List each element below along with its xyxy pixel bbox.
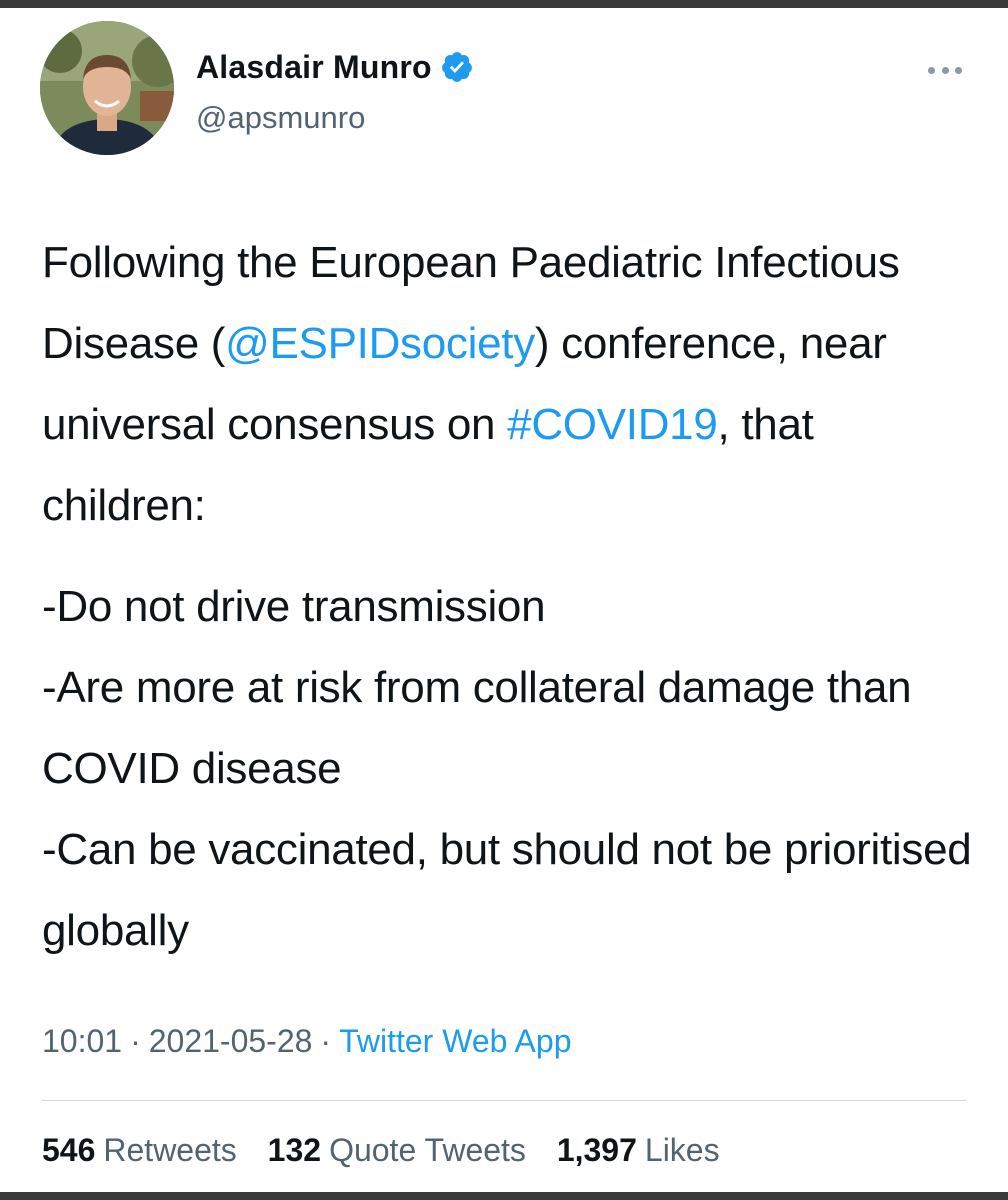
tweet-date[interactable]: 2021-05-28 <box>149 1023 313 1059</box>
hashtag-link[interactable]: #COVID19 <box>507 400 718 449</box>
tweet-text: Following the European Paediatric Infect… <box>42 222 972 971</box>
tweet-point-3: -Can be vaccinated, but should not be pr… <box>42 825 972 955</box>
retweets-stat[interactable]: 546 Retweets <box>42 1132 237 1168</box>
more-dot <box>928 66 935 74</box>
author-display-name[interactable]: Alasdair Munro <box>196 49 432 86</box>
divider <box>42 1100 966 1101</box>
quote-tweets-label: Quote Tweets <box>329 1132 526 1168</box>
retweets-label: Retweets <box>103 1132 237 1168</box>
meta-separator: · <box>130 1023 141 1059</box>
author-handle[interactable]: @apsmunro <box>196 100 365 136</box>
likes-count: 1,397 <box>556 1132 637 1168</box>
profile-photo-icon <box>40 21 174 155</box>
verified-badge-icon <box>440 50 474 84</box>
tweet-intro-paragraph: Following the European Paediatric Infect… <box>42 222 972 546</box>
quote-tweets-stat[interactable]: 132 Quote Tweets <box>268 1132 526 1168</box>
more-options-icon[interactable] <box>928 62 962 78</box>
tweet-card: Alasdair Munro @apsmunro Following the E… <box>0 0 1008 1200</box>
likes-label: Likes <box>644 1132 720 1168</box>
tweet-source-link[interactable]: Twitter Web App <box>339 1023 571 1059</box>
tweet-point-2: -Are more at risk from collateral damage… <box>42 663 912 793</box>
mention-link[interactable]: @ESPIDsociety <box>225 319 535 368</box>
likes-stat[interactable]: 1,397 Likes <box>557 1132 720 1168</box>
quote-tweets-count: 132 <box>267 1132 322 1168</box>
tweet-meta: 10:01 · 2021-05-28 · Twitter Web App <box>42 1023 571 1060</box>
tweet-time[interactable]: 10:01 <box>42 1023 122 1059</box>
more-dot <box>955 66 962 74</box>
meta-separator: · <box>320 1023 332 1059</box>
tweet-stats: 546 Retweets 132 Quote Tweets 1,397 Likes <box>42 1132 742 1169</box>
more-dot <box>941 66 949 74</box>
tweet-point-1: -Do not drive transmission <box>42 582 546 631</box>
retweets-count: 546 <box>42 1132 96 1168</box>
avatar[interactable] <box>40 21 174 155</box>
author-row: Alasdair Munro <box>196 46 474 88</box>
